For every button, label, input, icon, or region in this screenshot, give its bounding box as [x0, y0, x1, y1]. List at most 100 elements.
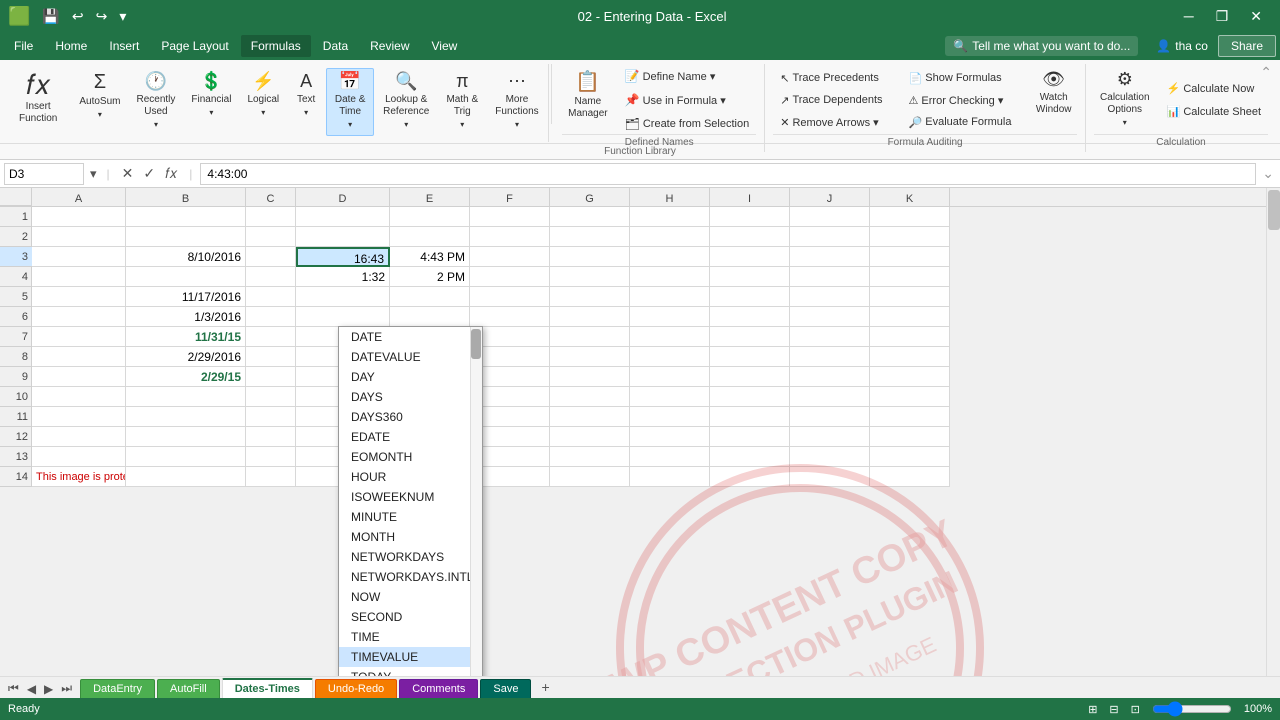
cell-e4[interactable]: 2 PM — [390, 267, 470, 287]
col-header-i[interactable]: I — [710, 188, 790, 206]
cell-a12[interactable] — [32, 427, 126, 447]
insert-function-button[interactable]: 𝑓𝑥 InsertFunction — [12, 68, 64, 138]
cell-g2[interactable] — [550, 227, 630, 247]
cell-e2[interactable] — [390, 227, 470, 247]
cell-c9[interactable] — [246, 367, 296, 387]
cell-b4[interactable] — [126, 267, 246, 287]
trace-precedents-button[interactable]: ↖ Trace Precedents — [773, 69, 889, 88]
dropdown-item-day[interactable]: DAY — [339, 367, 482, 387]
cell-g10[interactable] — [550, 387, 630, 407]
cell-i5[interactable] — [710, 287, 790, 307]
cell-a7[interactable] — [32, 327, 126, 347]
vertical-scrollbar[interactable] — [1266, 188, 1280, 676]
cell-i2[interactable] — [710, 227, 790, 247]
cell-c6[interactable] — [246, 307, 296, 327]
cell-b5[interactable]: 11/17/2016 — [126, 287, 246, 307]
cell-k7[interactable] — [870, 327, 950, 347]
cell-b7[interactable]: 11/31/15 — [126, 327, 246, 347]
cell-f6[interactable] — [470, 307, 550, 327]
autosum-button[interactable]: Σ AutoSum ▾ — [72, 68, 127, 136]
cell-h4[interactable] — [630, 267, 710, 287]
logical-button[interactable]: ⚡ Logical ▾ — [240, 68, 286, 136]
cell-k8[interactable] — [870, 347, 950, 367]
name-box-dropdown[interactable]: ▾ — [88, 164, 99, 184]
menu-insert[interactable]: Insert — [99, 35, 149, 57]
menu-page-layout[interactable]: Page Layout — [151, 35, 238, 57]
minimize-button[interactable]: ─ — [1174, 4, 1204, 29]
cell-i10[interactable] — [710, 387, 790, 407]
cell-b8[interactable]: 2/29/2016 — [126, 347, 246, 367]
cell-k3[interactable] — [870, 247, 950, 267]
cell-a5[interactable] — [32, 287, 126, 307]
cell-a11[interactable] — [32, 407, 126, 427]
cell-b12[interactable] — [126, 427, 246, 447]
cell-i12[interactable] — [710, 427, 790, 447]
dropdown-item-hour[interactable]: HOUR — [339, 467, 482, 487]
cell-g6[interactable] — [550, 307, 630, 327]
cell-a14[interactable]: This image is protected — [32, 467, 126, 487]
col-header-g[interactable]: G — [550, 188, 630, 206]
cell-h7[interactable] — [630, 327, 710, 347]
cell-i13[interactable] — [710, 447, 790, 467]
cell-h13[interactable] — [630, 447, 710, 467]
sheet-nav-last[interactable]: ⏭ — [57, 679, 76, 698]
cell-d3[interactable]: 16:43 — [296, 247, 390, 267]
cell-f1[interactable] — [470, 207, 550, 227]
scrollbar-thumb[interactable] — [1268, 190, 1280, 230]
cell-f5[interactable] — [470, 287, 550, 307]
dropdown-item-now[interactable]: NOW — [339, 587, 482, 607]
menu-view[interactable]: View — [422, 35, 468, 57]
cell-g7[interactable] — [550, 327, 630, 347]
create-from-selection-button[interactable]: 🗂 Create from Selection — [618, 114, 757, 134]
row-header-11[interactable]: 11 — [0, 407, 32, 427]
cell-h8[interactable] — [630, 347, 710, 367]
cell-b13[interactable] — [126, 447, 246, 467]
dropdown-item-date[interactable]: DATE — [339, 327, 482, 347]
view-page-break-icon[interactable]: ⊡ — [1131, 703, 1140, 716]
cell-h12[interactable] — [630, 427, 710, 447]
col-header-k[interactable]: K — [870, 188, 950, 206]
show-formulas-button[interactable]: 📄 Show Formulas — [902, 69, 1019, 88]
cell-k11[interactable] — [870, 407, 950, 427]
cell-k2[interactable] — [870, 227, 950, 247]
cell-c8[interactable] — [246, 347, 296, 367]
cell-j10[interactable] — [790, 387, 870, 407]
cell-e5[interactable] — [390, 287, 470, 307]
cell-k4[interactable] — [870, 267, 950, 287]
restore-button[interactable]: ❐ — [1206, 4, 1239, 29]
cell-c1[interactable] — [246, 207, 296, 227]
cell-b11[interactable] — [126, 407, 246, 427]
cell-g11[interactable] — [550, 407, 630, 427]
cell-j12[interactable] — [790, 427, 870, 447]
calculate-now-button[interactable]: ⚡ Calculate Now — [1160, 79, 1268, 98]
cell-j11[interactable] — [790, 407, 870, 427]
col-header-f[interactable]: F — [470, 188, 550, 206]
undo-button[interactable]: ↩ — [68, 6, 88, 27]
cell-i4[interactable] — [710, 267, 790, 287]
col-header-c[interactable]: C — [246, 188, 296, 206]
cell-c7[interactable] — [246, 327, 296, 347]
dropdown-item-second[interactable]: SECOND — [339, 607, 482, 627]
financial-button[interactable]: 💲 Financial ▾ — [184, 68, 238, 136]
cell-a3[interactable] — [32, 247, 126, 267]
cell-a2[interactable] — [32, 227, 126, 247]
row-header-13[interactable]: 13 — [0, 447, 32, 467]
cell-e1[interactable] — [390, 207, 470, 227]
save-button[interactable]: 💾 — [38, 6, 63, 27]
menu-home[interactable]: Home — [45, 35, 97, 57]
row-header-8[interactable]: 8 — [0, 347, 32, 367]
ribbon-expand-btn[interactable]: ⌃ — [1260, 64, 1272, 81]
cell-h10[interactable] — [630, 387, 710, 407]
cell-d6[interactable] — [296, 307, 390, 327]
cell-d1[interactable] — [296, 207, 390, 227]
cell-b6[interactable]: 1/3/2016 — [126, 307, 246, 327]
cell-f2[interactable] — [470, 227, 550, 247]
cell-g3[interactable] — [550, 247, 630, 267]
cell-i1[interactable] — [710, 207, 790, 227]
sheet-tab-save[interactable]: Save — [480, 679, 531, 698]
col-header-j[interactable]: J — [790, 188, 870, 206]
cell-e6[interactable] — [390, 307, 470, 327]
cell-i3[interactable] — [710, 247, 790, 267]
cell-k9[interactable] — [870, 367, 950, 387]
cell-c2[interactable] — [246, 227, 296, 247]
